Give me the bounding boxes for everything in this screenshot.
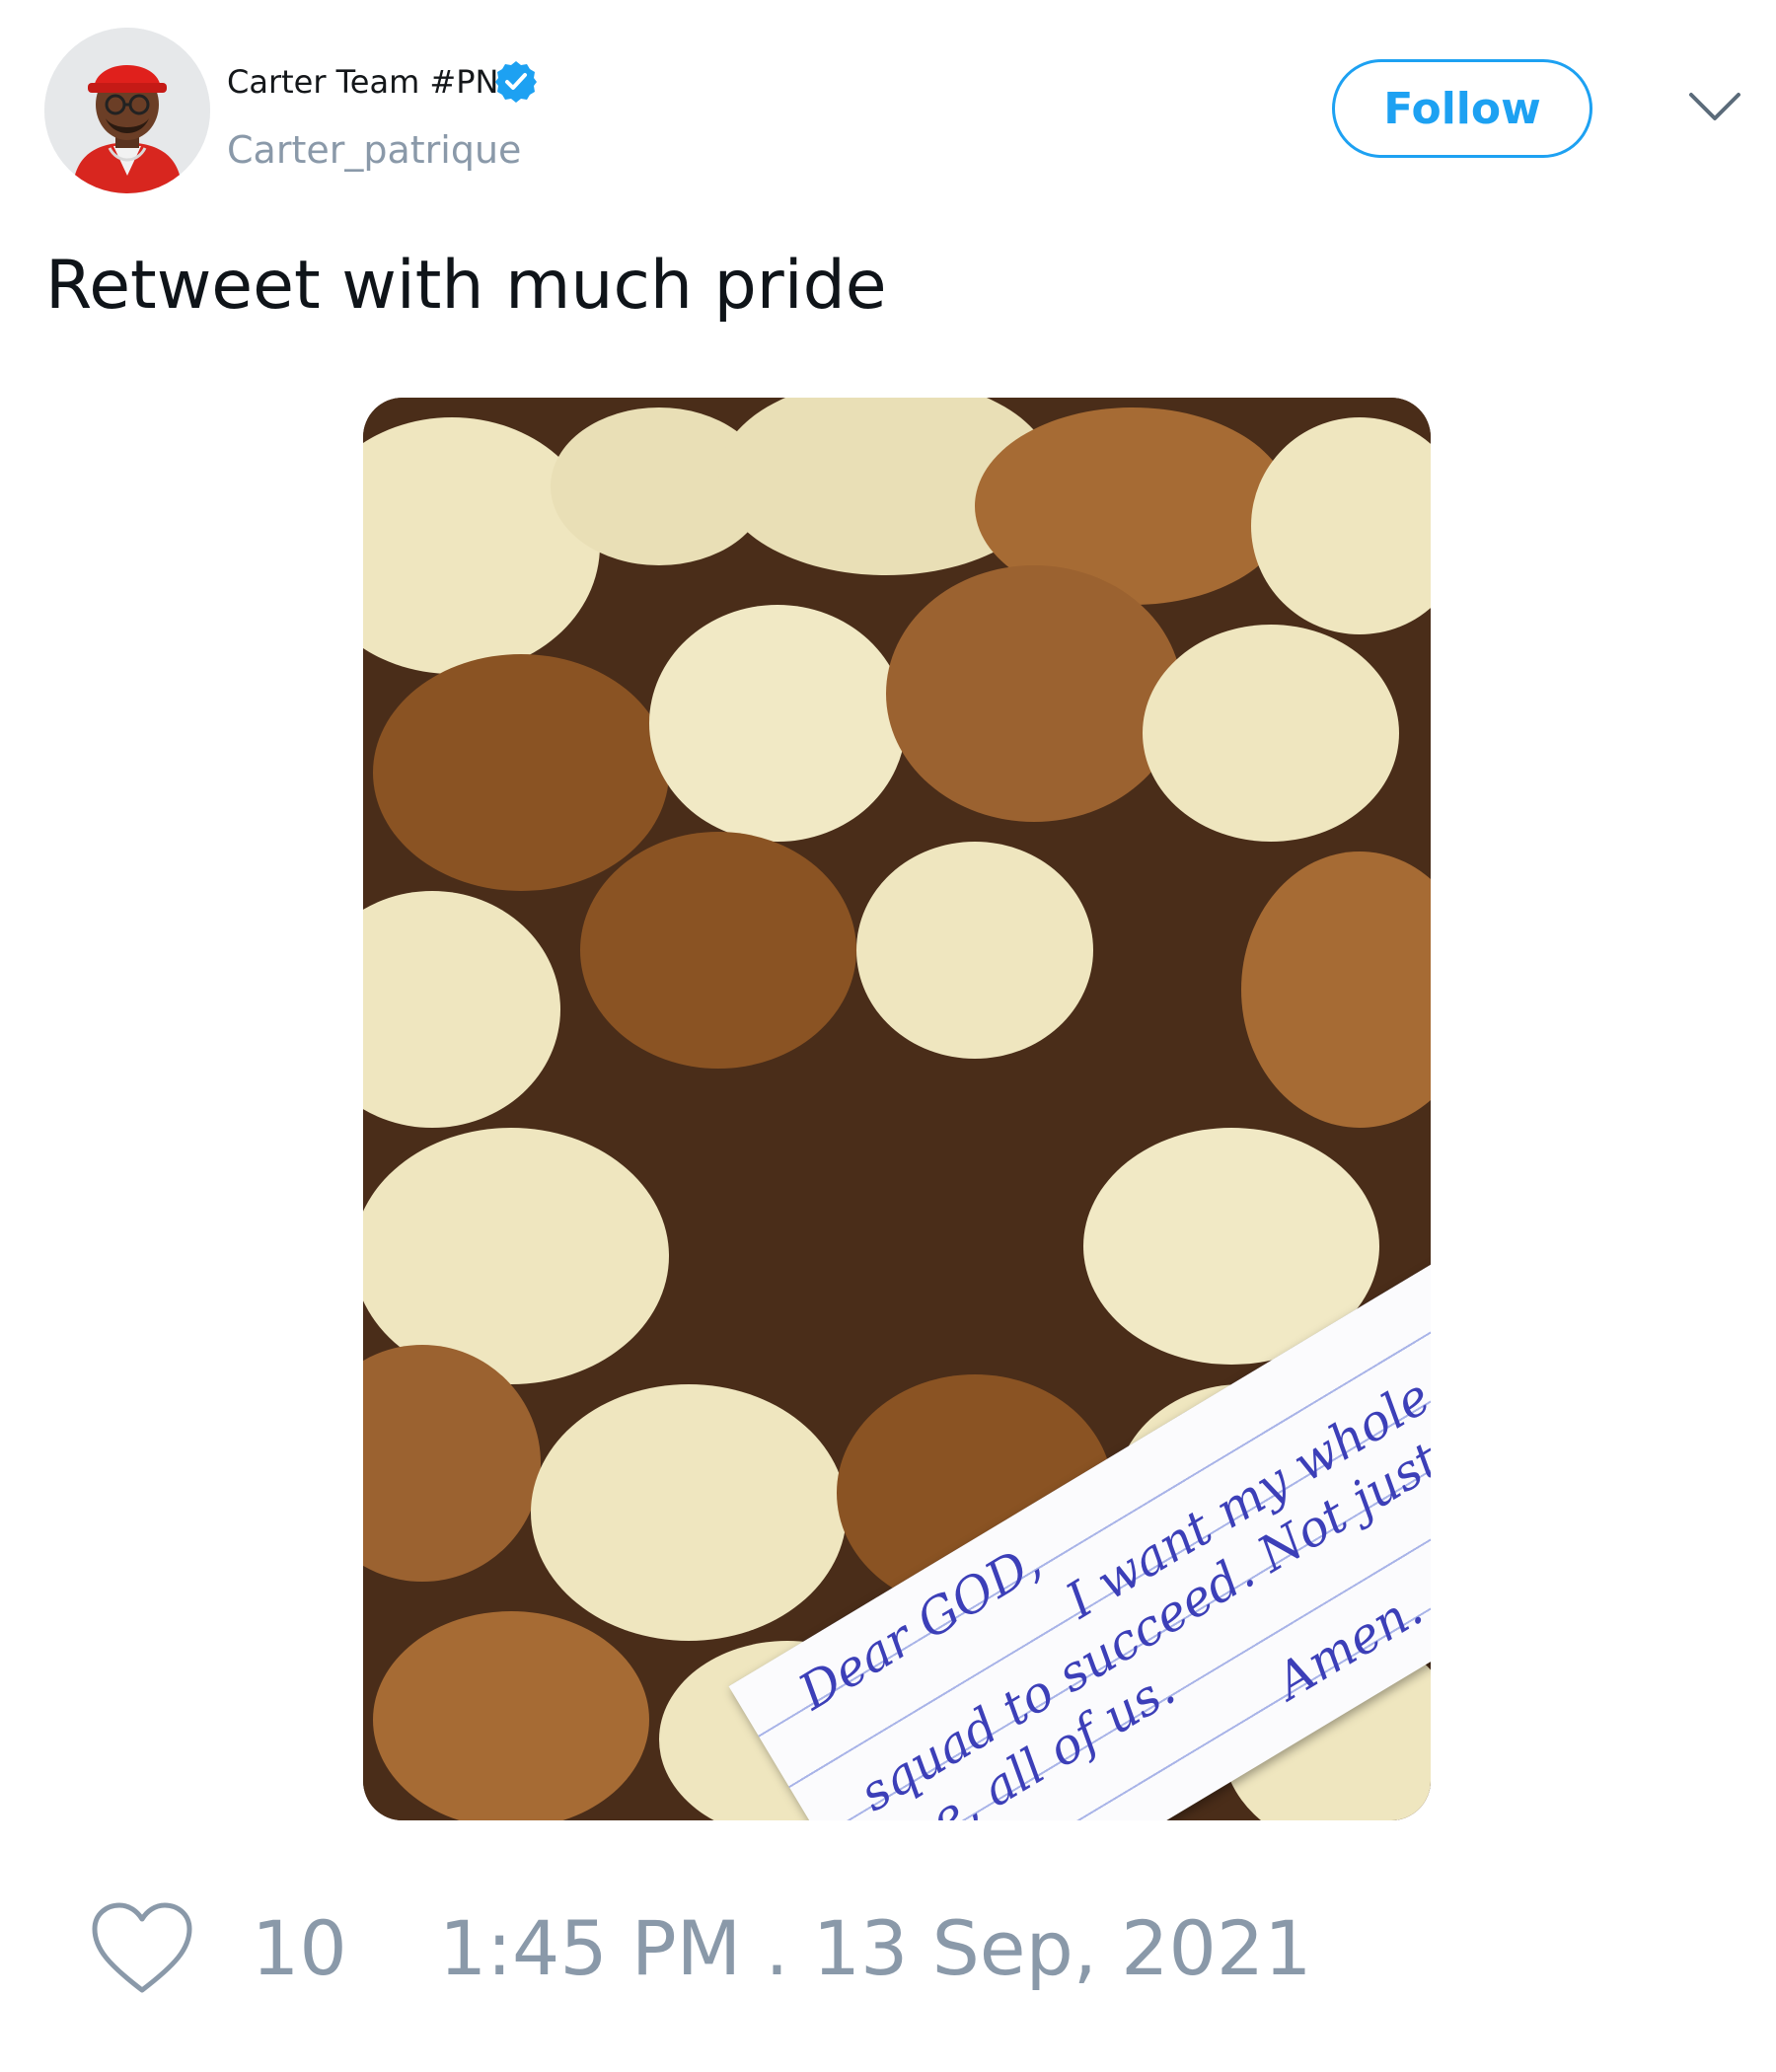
chevron-down-icon[interactable] (1687, 87, 1742, 126)
tweet-photo[interactable]: Dear GOD, I want my whole squad to succe… (363, 398, 1431, 1820)
like-count[interactable]: 10 (252, 1904, 347, 1992)
author-display-name[interactable]: Carter Team #PN (227, 63, 498, 101)
author-handle[interactable]: Carter_patrique (227, 128, 521, 172)
heart-icon[interactable] (89, 1899, 195, 1998)
avatar-image (44, 28, 210, 193)
verified-badge-icon (495, 61, 537, 103)
follow-button[interactable]: Follow (1332, 59, 1592, 158)
tweet-text: Retweet with much pride (45, 247, 887, 325)
tweet-timestamp[interactable]: 1:45 PM . 13 Sep, 2021 (439, 1904, 1312, 1992)
avatar[interactable] (44, 28, 210, 193)
